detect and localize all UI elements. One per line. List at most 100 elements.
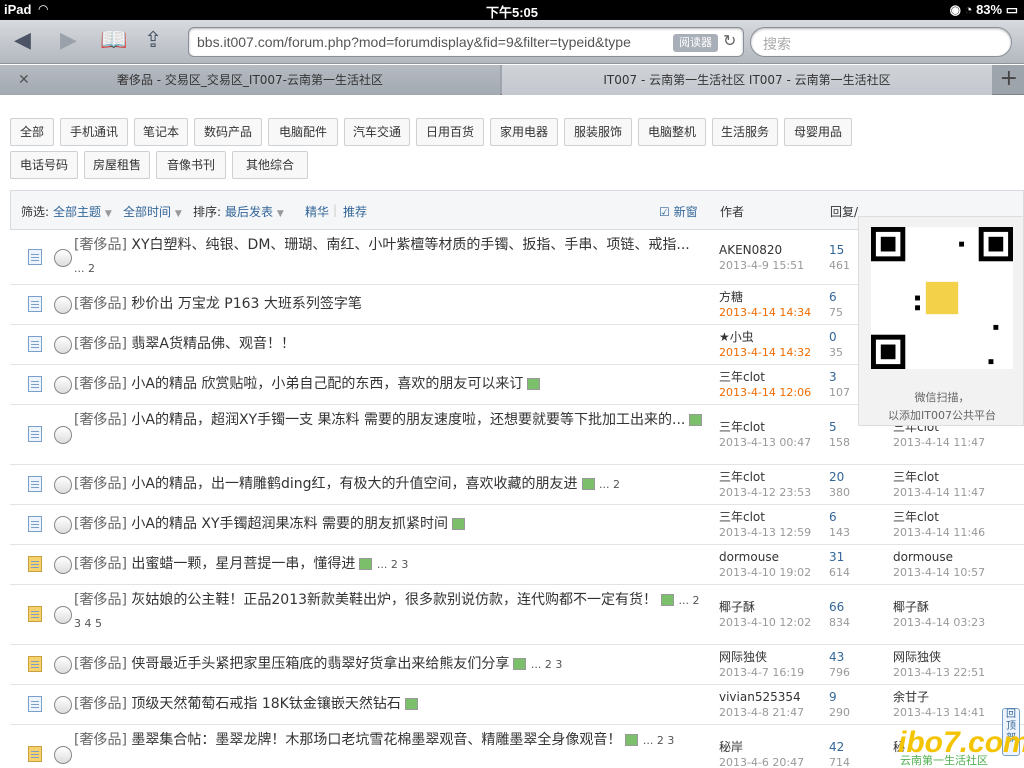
hot-thread-icon[interactable] xyxy=(28,606,42,622)
thread-title[interactable]: XY白塑料、纯银、DM、珊瑚、南红、小叶紫檀等材质的手镯、扳指、手串、项链、戒指… xyxy=(131,237,689,253)
author-name[interactable]: vivian525354 xyxy=(719,689,804,705)
thread-tag[interactable]: [奢侈品] xyxy=(74,556,127,572)
author-name[interactable]: 方糖 xyxy=(719,289,811,305)
new-tab-icon[interactable]: + xyxy=(1000,65,1018,93)
reply-count[interactable]: 31 xyxy=(829,549,850,565)
thread-row[interactable]: [奢侈品] 顶级天然葡萄石戒指 18K钛金镶嵌天然钻石 vivian525354 2… xyxy=(10,685,1024,725)
author-name[interactable]: 椰子酥 xyxy=(719,599,811,615)
thread-checkbox[interactable] xyxy=(54,376,72,394)
tab-active[interactable]: IT007 - 云南第一生活社区 IT007 - 云南第一生活社区 xyxy=(502,65,992,95)
thread-checkbox[interactable] xyxy=(54,476,72,494)
author-name[interactable]: 秘岸 xyxy=(719,739,804,755)
reply-count[interactable]: 9 xyxy=(829,689,850,705)
all-topics-dropdown[interactable]: 全部主题 ▼ xyxy=(53,203,112,220)
category-3[interactable]: 数码产品 xyxy=(194,118,262,146)
thread-title[interactable]: 小A的精品 欣赏贴啦，小弟自己配的东西，喜欢的朋友可以来订 xyxy=(131,376,523,392)
thread-title[interactable]: 小A的精品，超润XY手镯一支 果冻料 需要的朋友速度啦，还想要就要等下批加工出来… xyxy=(131,412,685,428)
thread-title-line[interactable]: [奢侈品] 小A的精品，超润XY手镯一支 果冻料 需要的朋友速度啦，还想要就要等… xyxy=(74,409,704,432)
thread-icon[interactable] xyxy=(28,336,42,352)
category-9[interactable]: 电脑整机 xyxy=(638,118,706,146)
thread-title[interactable]: 小A的精品，出一精雕鹤ding红，有极大的升值空间，喜欢收藏的朋友进 xyxy=(131,476,577,492)
reply-count[interactable]: 42 xyxy=(829,739,850,755)
last-post-user[interactable]: 网际独侠 xyxy=(893,649,985,665)
thread-tag[interactable]: [奢侈品] xyxy=(74,336,127,352)
thread-icon[interactable] xyxy=(28,376,42,392)
category-11[interactable]: 母婴用品 xyxy=(784,118,852,146)
reply-count[interactable]: 5 xyxy=(829,419,850,435)
author-name[interactable]: 三年clot xyxy=(719,469,811,485)
thread-title[interactable]: 出蜜蜡一颗，星月菩提一串，懂得进 xyxy=(131,556,355,572)
reply-count[interactable]: 6 xyxy=(829,289,843,305)
sort-dropdown[interactable]: 最后发表 ▼ xyxy=(225,203,284,220)
thread-tag[interactable]: [奢侈品] xyxy=(74,516,127,532)
close-tab-icon[interactable]: ✕ xyxy=(18,65,30,95)
thread-icon[interactable] xyxy=(28,696,42,712)
author-name[interactable]: 三年clot xyxy=(719,369,811,385)
thread-checkbox[interactable] xyxy=(54,248,72,267)
thread-title-line[interactable]: [奢侈品] 小A的精品，出一精雕鹤ding红，有极大的升值空间，喜欢收藏的朋友进… xyxy=(74,473,704,496)
thread-title-line[interactable]: [奢侈品] 墨翠集合帖：墨翠龙牌！木那场口老坑雪花棉墨翠观音、精雕墨翠全身像观音… xyxy=(74,729,704,752)
reply-count[interactable]: 66 xyxy=(829,599,850,615)
thread-title[interactable]: 秒价出 万宝龙 P163 大班系列签字笔 xyxy=(131,296,362,312)
thread-checkbox[interactable] xyxy=(54,656,72,674)
thread-title-line[interactable]: [奢侈品] 小A的精品 欣赏贴啦，小弟自己配的东西，喜欢的朋友可以来订 xyxy=(74,373,704,396)
recommend-link[interactable]: 推荐 xyxy=(343,203,367,220)
reload-icon[interactable]: ↻ xyxy=(723,31,736,50)
author-name[interactable]: ★小虫 xyxy=(719,329,811,345)
thread-icon[interactable] xyxy=(28,248,42,265)
thread-checkbox[interactable] xyxy=(54,296,72,314)
hot-thread-icon[interactable] xyxy=(28,746,42,762)
reply-count[interactable]: 0 xyxy=(829,329,843,345)
thread-tag[interactable]: [奢侈品] xyxy=(74,656,127,672)
author-name[interactable]: 网际独侠 xyxy=(719,649,804,665)
category-7[interactable]: 家用电器 xyxy=(490,118,558,146)
thread-tag[interactable]: [奢侈品] xyxy=(74,296,127,312)
hot-thread-icon[interactable] xyxy=(28,556,42,572)
category-0[interactable]: 全部 xyxy=(10,118,54,146)
author-name[interactable]: AKEN0820 xyxy=(719,242,804,258)
tab-inactive[interactable]: ✕ 奢侈品 - 交易区_交易区_IT007-云南第一生活社区 xyxy=(0,65,500,95)
thread-title[interactable]: 翡翠A货精品佛、观音！！ xyxy=(131,336,295,352)
thread-tag[interactable]: [奢侈品] xyxy=(74,412,127,428)
category-14[interactable]: 音像书刊 xyxy=(156,151,226,179)
author-name[interactable]: dormouse xyxy=(719,549,811,565)
thread-icon[interactable] xyxy=(28,516,42,532)
thread-title-line[interactable]: [奢侈品] XY白塑料、纯银、DM、珊瑚、南红、小叶紫檀等材质的手镯、扳指、手串… xyxy=(74,234,704,280)
category-6[interactable]: 日用百货 xyxy=(416,118,484,146)
bookmarks-icon[interactable]: 📖 xyxy=(100,28,127,53)
thread-checkbox[interactable] xyxy=(54,426,72,444)
last-post-user[interactable]: 三年clot xyxy=(893,509,985,525)
digest-link[interactable]: 精华 xyxy=(305,203,329,220)
thread-checkbox[interactable] xyxy=(54,556,72,574)
all-time-dropdown[interactable]: 全部时间 ▼ xyxy=(123,203,182,220)
hot-thread-icon[interactable] xyxy=(28,656,42,672)
reply-count[interactable]: 20 xyxy=(829,469,850,485)
back-arrow-icon[interactable]: ◀ xyxy=(14,28,31,53)
new-window-checkbox[interactable]: ☑ 新窗 xyxy=(659,203,698,220)
reply-count[interactable]: 15 xyxy=(829,242,850,258)
thread-title[interactable]: 侠哥最近手头紧把家里压箱底的翡翠好货拿出来给熊友们分享 xyxy=(131,656,509,672)
author-name[interactable]: 三年clot xyxy=(719,419,811,435)
thread-tag[interactable]: [奢侈品] xyxy=(74,696,127,712)
thread-icon[interactable] xyxy=(28,296,42,312)
share-icon[interactable]: ⇪ xyxy=(144,28,162,53)
thread-icon[interactable] xyxy=(28,476,42,492)
thread-tag[interactable]: [奢侈品] xyxy=(74,237,127,253)
thread-title-line[interactable]: [奢侈品] 翡翠A货精品佛、观音！！ xyxy=(74,333,704,356)
thread-title-line[interactable]: [奢侈品] 出蜜蜡一颗，星月菩提一串，懂得进 ... 2 3 xyxy=(74,553,704,576)
category-12[interactable]: 电话号码 xyxy=(10,151,78,179)
last-post-user[interactable]: 余甘子 xyxy=(893,689,985,705)
category-15[interactable]: 其他综合 xyxy=(232,151,308,179)
last-post-user[interactable]: 椰子酥 xyxy=(893,599,985,615)
thread-checkbox[interactable] xyxy=(54,696,72,714)
category-8[interactable]: 服装服饰 xyxy=(564,118,632,146)
forward-arrow-icon[interactable]: ▶ xyxy=(60,28,77,53)
category-4[interactable]: 电脑配件 xyxy=(268,118,338,146)
thread-pages[interactable]: ... 2 xyxy=(599,478,620,491)
category-13[interactable]: 房屋租售 xyxy=(84,151,150,179)
thread-row[interactable]: [奢侈品] 侠哥最近手头紧把家里压箱底的翡翠好货拿出来给熊友们分享 ... 2 … xyxy=(10,645,1024,685)
reply-count[interactable]: 6 xyxy=(829,509,850,525)
reply-count[interactable]: 3 xyxy=(829,369,850,385)
thread-pages[interactable]: ... 2 xyxy=(74,262,95,275)
category-1[interactable]: 手机通讯 xyxy=(60,118,128,146)
